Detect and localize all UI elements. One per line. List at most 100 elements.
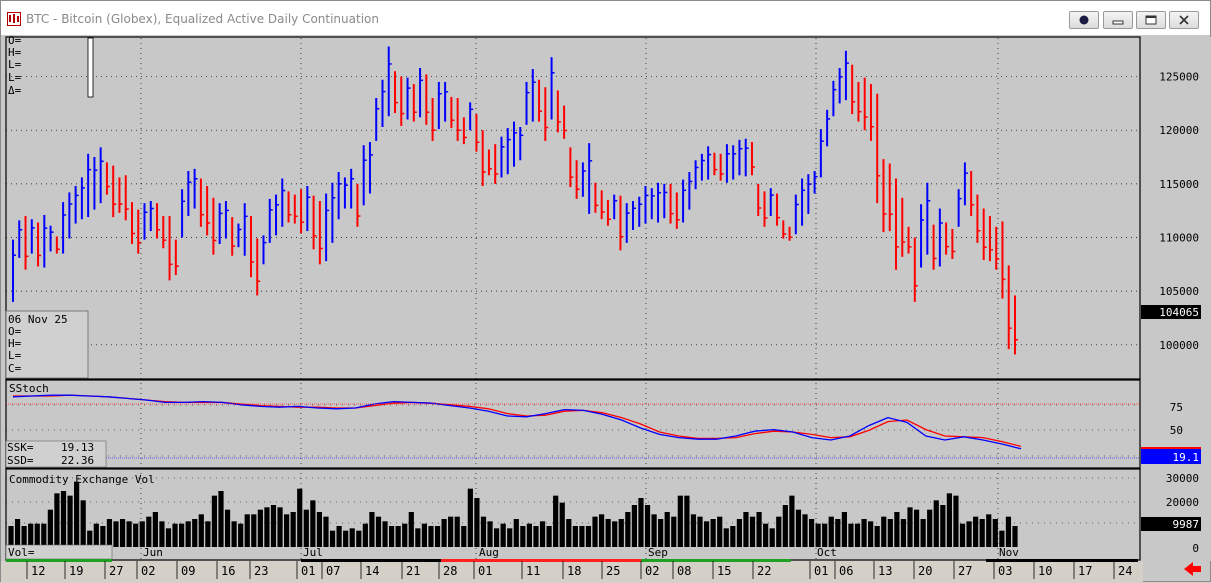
volume-bar — [953, 495, 959, 547]
volume-bar — [133, 523, 139, 547]
volume-bar — [106, 519, 113, 547]
window-title: BTC - Bitcoin (Globex), Equalized Active… — [26, 12, 379, 26]
scroll-left-arrow-icon[interactable] — [1184, 562, 1201, 576]
volume-bar — [690, 514, 697, 547]
volume-bar — [828, 516, 834, 547]
price-panel[interactable] — [5, 36, 1141, 380]
volume-bar — [251, 514, 257, 547]
stoch-tick: 50 — [1170, 424, 1183, 437]
volume-bar — [323, 516, 329, 547]
volume-bar — [520, 526, 526, 547]
day-label: 28 — [443, 564, 457, 578]
volume-bar — [887, 519, 893, 547]
volume-bar — [362, 523, 368, 547]
volume-bar — [907, 507, 913, 547]
volume-bar — [139, 521, 145, 547]
volume-bar — [973, 516, 979, 547]
volume-bar — [539, 521, 546, 547]
day-label: 10 — [1038, 564, 1052, 578]
volume-bar — [1012, 526, 1018, 547]
volume-bar — [179, 523, 185, 547]
ohlc-delta-label: Δ= — [8, 84, 22, 97]
volume-bar — [369, 512, 375, 547]
volume-bar — [290, 512, 296, 547]
volume-bar — [185, 521, 191, 547]
volume-bar — [284, 514, 290, 547]
volume-bar — [211, 495, 218, 547]
volume-bar — [822, 523, 828, 547]
stoch-last-value: 19.1 — [1173, 451, 1200, 464]
volume-bar — [467, 488, 473, 547]
volume-bar — [67, 495, 73, 547]
volume-bar — [126, 521, 132, 547]
volume-bar — [572, 526, 578, 547]
volume-bar — [428, 526, 434, 547]
volume-tick: 30000 — [1166, 472, 1199, 485]
volume-bar — [21, 526, 27, 547]
session-bar-green-1 — [6, 559, 112, 562]
day-label: 24 — [1118, 564, 1132, 578]
cursor-low: L= — [8, 349, 22, 362]
volume-bar — [28, 523, 34, 547]
volume-bar — [80, 500, 86, 547]
volume-bar — [999, 530, 1005, 547]
volume-bar — [703, 521, 710, 547]
volume-bar — [769, 528, 775, 547]
day-label: 02 — [141, 564, 155, 578]
stoch-panel[interactable] — [5, 379, 1141, 469]
volume-bar — [198, 514, 204, 547]
volume-bar — [113, 521, 119, 547]
volume-bar — [913, 509, 920, 547]
volume-bar — [881, 516, 887, 547]
volume-bar — [861, 519, 867, 547]
volume-bar — [172, 523, 178, 547]
volume-bar — [152, 512, 158, 547]
day-label: 17 — [1078, 564, 1092, 578]
volume-label: Commodity Exchange Vol — [9, 473, 155, 486]
volume-bar — [605, 519, 611, 547]
close-button[interactable] — [1169, 11, 1199, 29]
volume-bar — [631, 505, 637, 547]
volume-bar — [395, 526, 401, 547]
volume-tick: 20000 — [1166, 496, 1199, 509]
vol-label: Vol= — [8, 546, 35, 559]
volume-bar — [638, 498, 644, 547]
volume-bar — [730, 526, 736, 547]
volume-bar — [277, 507, 283, 547]
link-button[interactable] — [1069, 11, 1099, 29]
volume-bar — [8, 526, 14, 547]
ohlc-readout: O= H= L= L= Δ= — [8, 35, 22, 97]
volume-bar — [894, 512, 900, 547]
day-label: 03 — [998, 564, 1012, 578]
volume-bar — [933, 500, 939, 547]
volume-bar — [782, 505, 788, 547]
chart-canvas[interactable]: O= H= L= L= Δ= 06 Nov 25 O= H= L= C= SSt… — [1, 35, 1211, 583]
ssd-marker — [1141, 447, 1201, 449]
volume-bar — [218, 491, 224, 547]
scroll-marker[interactable] — [87, 37, 94, 98]
day-label: 13 — [878, 564, 892, 578]
volume-bar — [480, 516, 487, 547]
volume-bar — [756, 512, 762, 547]
volume-bar — [612, 521, 618, 547]
minimize-button[interactable] — [1103, 11, 1133, 29]
volume-bar — [979, 519, 985, 547]
volume-bar — [835, 519, 841, 547]
volume-bar — [966, 521, 972, 547]
maximize-button[interactable] — [1136, 11, 1166, 29]
day-label: 14 — [365, 564, 379, 578]
title-bar[interactable]: BTC - Bitcoin (Globex), Equalized Active… — [1, 1, 1210, 35]
volume-bar — [664, 512, 670, 547]
volume-bar — [434, 526, 441, 547]
volume-bar — [238, 523, 244, 547]
volume-bar — [159, 521, 165, 547]
day-label: 01 — [301, 564, 315, 578]
chart-window: BTC - Bitcoin (Globex), Equalized Active… — [0, 0, 1211, 583]
day-label: 21 — [406, 564, 420, 578]
volume-bar — [441, 519, 447, 547]
volume-bar — [448, 516, 454, 547]
volume-bar — [717, 516, 723, 547]
volume-bar — [874, 526, 880, 547]
volume-bar — [992, 519, 998, 547]
volume-bar — [474, 498, 480, 547]
